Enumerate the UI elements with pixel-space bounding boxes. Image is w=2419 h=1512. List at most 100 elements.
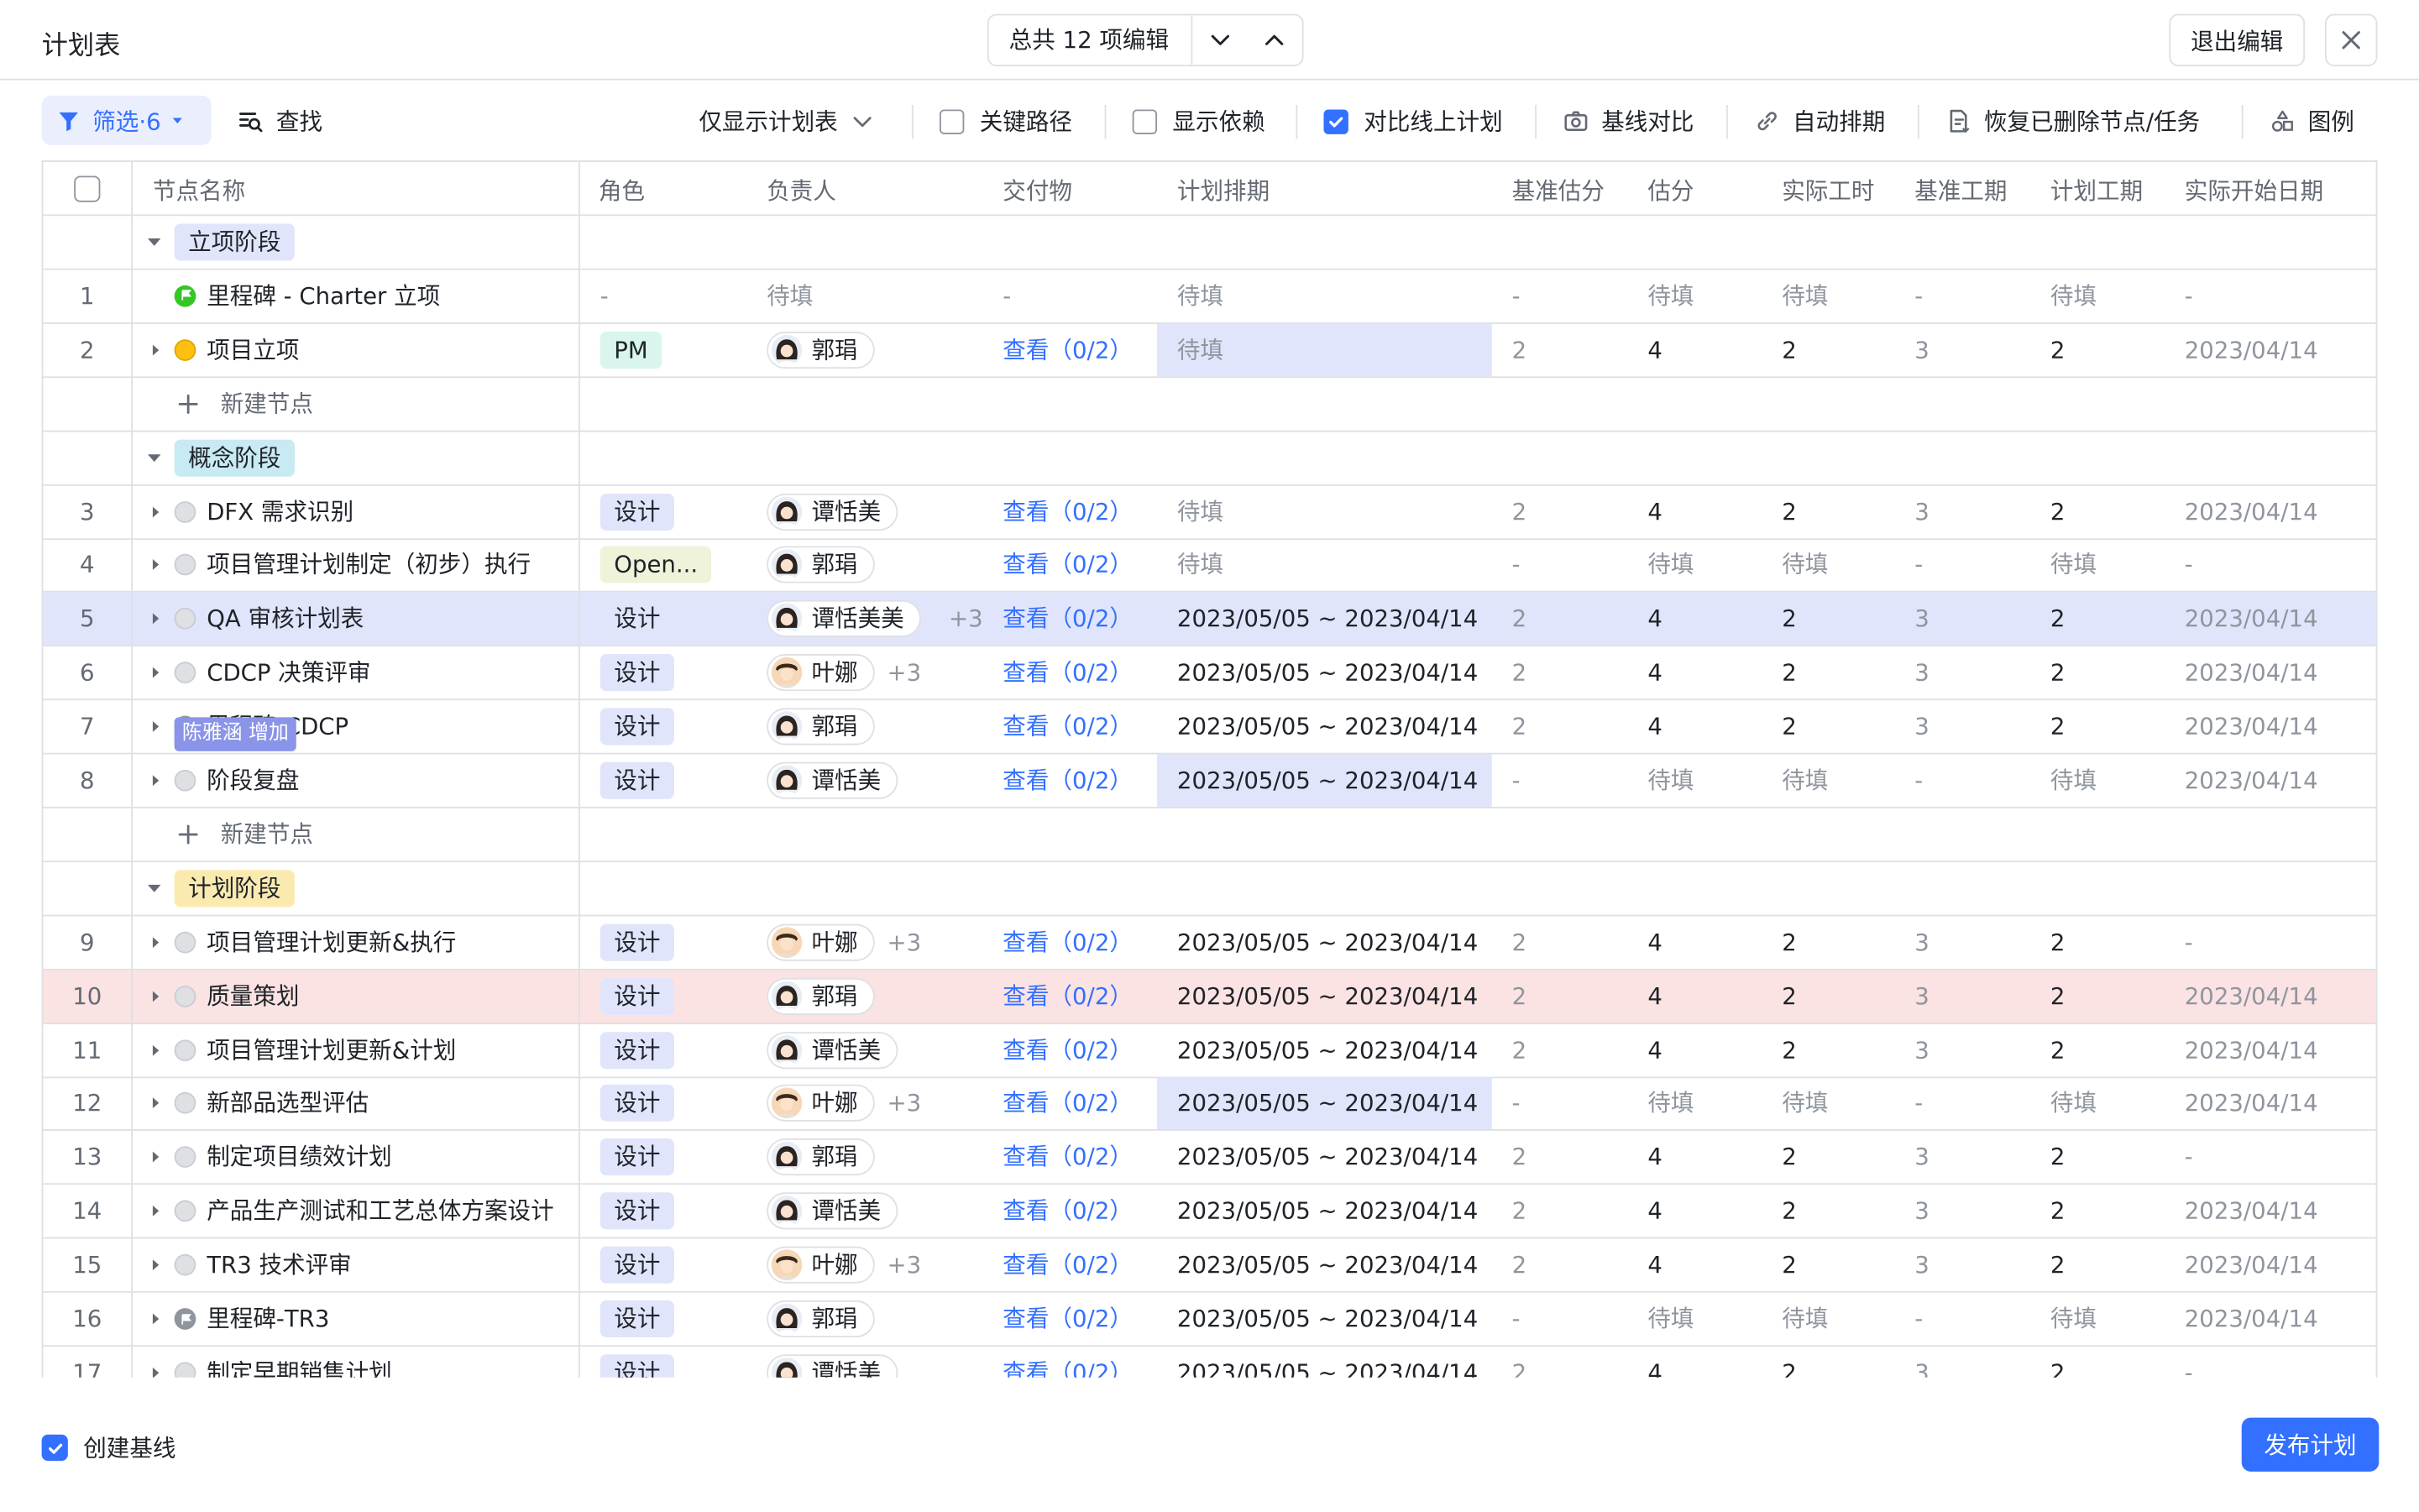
- node-name[interactable]: DFX 需求识别: [207, 485, 353, 537]
- legend-button[interactable]: 图例: [2270, 105, 2354, 138]
- schedule-cell[interactable]: 2023/05/05 ~ 2023/04/14: [1177, 1347, 1478, 1378]
- baseline-duration-cell[interactable]: 3: [1914, 916, 1929, 968]
- baseline-estimate-cell[interactable]: -: [1512, 269, 1521, 322]
- role-tag[interactable]: 设计: [600, 977, 674, 1015]
- baseline-estimate-cell[interactable]: 2: [1512, 1239, 1527, 1291]
- role-tag[interactable]: 设计: [600, 761, 674, 799]
- search-button[interactable]: 查找: [238, 105, 322, 138]
- estimate-cell[interactable]: 4: [1647, 323, 1662, 375]
- schedule-cell[interactable]: 2023/05/05 ~ 2023/04/14: [1177, 1023, 1478, 1075]
- baseline-duration-cell[interactable]: -: [1914, 1077, 1923, 1129]
- actual-start-cell[interactable]: -: [2185, 1131, 2193, 1183]
- schedule-cell[interactable]: 2023/05/05 ~ 2023/04/14: [1177, 1131, 1478, 1183]
- table-row[interactable]: 4 项目管理计划制定（初步）执行 Open... 郭琄 查看（0/2） 待填 - 待填 待填 - 待…: [43, 539, 2376, 594]
- extra-owners-count[interactable]: +3: [887, 1077, 922, 1129]
- node-name[interactable]: CDCP 决策评审: [207, 646, 370, 698]
- plan-duration-cell[interactable]: 2: [2050, 1131, 2066, 1183]
- col-header-role[interactable]: 角色: [599, 175, 645, 207]
- baseline-duration-cell[interactable]: 3: [1914, 1131, 1929, 1183]
- plan-duration-cell[interactable]: 2: [2050, 970, 2066, 1022]
- collapse-toggle[interactable]: [145, 862, 164, 914]
- actual-hours-cell[interactable]: 待填: [1782, 269, 1828, 322]
- actual-start-cell[interactable]: -: [2185, 539, 2193, 591]
- baseline-duration-cell[interactable]: 3: [1914, 1239, 1929, 1291]
- baseline-estimate-cell[interactable]: 2: [1512, 700, 1527, 752]
- plan-duration-cell[interactable]: 2: [2050, 1239, 2066, 1291]
- owner-chip[interactable]: 谭恬美: [767, 1192, 898, 1230]
- node-name[interactable]: TR3 技术评审: [207, 1239, 352, 1291]
- owner-chip[interactable]: 郭琄: [767, 331, 875, 369]
- owner-chip[interactable]: 谭恬美: [767, 493, 898, 531]
- estimate-cell[interactable]: 4: [1647, 970, 1662, 1022]
- plan-duration-cell[interactable]: 待填: [2050, 1077, 2097, 1129]
- schedule-cell[interactable]: 2023/05/05 ~ 2023/04/14: [1177, 754, 1478, 806]
- expand-toggle[interactable]: [148, 754, 163, 806]
- schedule-cell[interactable]: 待填: [1177, 485, 1223, 537]
- baseline-duration-cell[interactable]: 3: [1914, 1347, 1929, 1378]
- owner-chip[interactable]: 叶娜: [767, 1246, 875, 1284]
- estimate-cell[interactable]: 4: [1647, 1131, 1662, 1183]
- table-row[interactable]: 7里程碑-CDCP设计郭琄查看（0/2）2023/05/05 ~ 2023/04…: [43, 700, 2376, 755]
- actual-hours-cell[interactable]: 2: [1782, 916, 1797, 968]
- deliverable-link[interactable]: 查看（0/2）: [1003, 1239, 1133, 1291]
- view-select[interactable]: 仅显示计划表: [699, 105, 874, 138]
- deliverable-link[interactable]: 查看（0/2）: [1003, 970, 1133, 1022]
- owner-chip[interactable]: 谭恬美: [767, 1354, 898, 1378]
- new-node-row[interactable]: 新建节点: [43, 808, 2376, 862]
- role-tag[interactable]: 设计: [600, 1246, 674, 1284]
- deliverable-link[interactable]: 查看（0/2）: [1003, 1077, 1133, 1129]
- estimate-cell[interactable]: 待填: [1647, 1293, 1694, 1345]
- actual-start-cell[interactable]: 2023/04/14: [2185, 646, 2318, 698]
- compare-online-toggle[interactable]: 对比线上计划: [1323, 105, 1503, 138]
- table-row[interactable]: 3 DFX 需求识别 设计 谭恬美 查看（0/2） 待填 2 4 2 3 2 2023/04/14: [43, 485, 2376, 540]
- plan-duration-cell[interactable]: 2: [2050, 700, 2066, 752]
- node-name[interactable]: 项目立项: [207, 323, 299, 375]
- table-row[interactable]: 12 新部品选型评估 设计 叶娜 +3 查看（0/2） 2023/05/05 ~ 2023/…: [43, 1077, 2376, 1132]
- actual-hours-cell[interactable]: 待填: [1782, 754, 1828, 806]
- owner-chip[interactable]: 郭琄: [767, 1138, 875, 1176]
- estimate-cell[interactable]: 4: [1647, 700, 1662, 752]
- estimate-cell[interactable]: 待填: [1647, 269, 1694, 322]
- phase-row[interactable]: 计划阶段: [43, 862, 2376, 917]
- actual-start-cell[interactable]: 2023/04/14: [2185, 754, 2318, 806]
- deliverable-link[interactable]: 查看（0/2）: [1003, 1347, 1133, 1378]
- col-header-owner[interactable]: 负责人: [767, 175, 836, 207]
- table-row[interactable]: 5 QA 审核计划表 设计 谭恬美美 +3 查看（0/2） 2023/05/05 ~ 202…: [43, 593, 2376, 647]
- owner-chip[interactable]: 谭恬美: [767, 1031, 898, 1069]
- publish-plan-button[interactable]: 发布计划: [2241, 1417, 2380, 1472]
- owner-empty[interactable]: 待填: [767, 269, 813, 322]
- estimate-cell[interactable]: 待填: [1647, 539, 1694, 591]
- baseline-duration-cell[interactable]: 3: [1914, 323, 1929, 375]
- table-row[interactable]: 1 里程碑 - Charter 立项 - 待填 - 待填 - 待填 待填 - 待填 -: [43, 269, 2376, 324]
- deliverable-link[interactable]: 查看（0/2）: [1003, 916, 1133, 968]
- node-name[interactable]: 阶段复盘: [207, 754, 299, 806]
- plan-duration-cell[interactable]: 2: [2050, 1023, 2066, 1075]
- table-row[interactable]: 14 产品生产测试和工艺总体方案设计 设计 谭恬美 查看（0/2） 2023/05/05 …: [43, 1185, 2376, 1239]
- critical-path-toggle[interactable]: 关键路径: [939, 105, 1072, 138]
- filter-button[interactable]: 筛选·6: [41, 95, 212, 145]
- schedule-cell[interactable]: 2023/05/05 ~ 2023/04/14: [1177, 970, 1478, 1022]
- baseline-estimate-cell[interactable]: 2: [1512, 970, 1527, 1022]
- plan-duration-cell[interactable]: 待填: [2050, 269, 2097, 322]
- table-row[interactable]: 16 里程碑-TR3 设计 郭琄 查看（0/2） 2023/05/05 ~ 2023/04…: [43, 1293, 2376, 1347]
- actual-hours-cell[interactable]: 2: [1782, 700, 1797, 752]
- create-baseline-toggle[interactable]: 创建基线: [41, 1431, 175, 1464]
- estimate-cell[interactable]: 4: [1647, 1185, 1662, 1237]
- expand-toggle[interactable]: [148, 1131, 163, 1183]
- actual-start-cell[interactable]: 2023/04/14: [2185, 1023, 2318, 1075]
- baseline-duration-cell[interactable]: -: [1914, 269, 1923, 322]
- role-tag[interactable]: 设计: [600, 708, 674, 746]
- estimate-cell[interactable]: 4: [1647, 593, 1662, 645]
- collapse-toggle[interactable]: [145, 432, 164, 484]
- col-header-baseline-estimate[interactable]: 基准估分: [1512, 175, 1605, 207]
- estimate-cell[interactable]: 待填: [1647, 1077, 1694, 1129]
- deliverable-link[interactable]: 查看（0/2）: [1003, 323, 1133, 375]
- estimate-cell[interactable]: 4: [1647, 916, 1662, 968]
- actual-hours-cell[interactable]: 待填: [1782, 1293, 1828, 1345]
- owner-chip[interactable]: 郭琄: [767, 1300, 875, 1338]
- table-row[interactable]: 11 项目管理计划更新&计划 设计 谭恬美 查看（0/2） 2023/05/05 ~ 20…: [43, 1023, 2376, 1078]
- actual-hours-cell[interactable]: 2: [1782, 1239, 1797, 1291]
- baseline-estimate-cell[interactable]: 2: [1512, 1347, 1527, 1378]
- plan-duration-cell[interactable]: 2: [2050, 593, 2066, 645]
- owner-chip[interactable]: 郭琄: [767, 977, 875, 1015]
